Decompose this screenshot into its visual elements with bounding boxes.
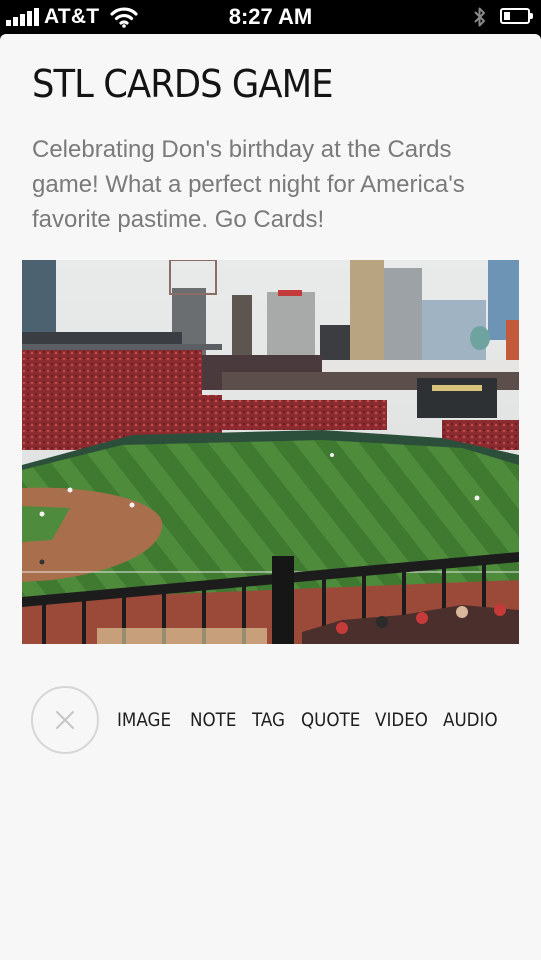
post-type-note[interactable]: NOTE bbox=[190, 709, 236, 731]
post-type-menu: IMAGE NOTE TAG QUOTE VIDEO AUDIO bbox=[0, 686, 541, 756]
post-caption: Celebrating Don's birthday at the Cards … bbox=[32, 136, 465, 233]
post-type-tag[interactable]: TAG bbox=[252, 709, 285, 731]
ballpark-photo[interactable] bbox=[22, 260, 519, 644]
battery-level bbox=[504, 12, 510, 20]
close-button[interactable] bbox=[31, 686, 99, 754]
post-title: STL CARDS GAME bbox=[32, 62, 334, 106]
post-type-image[interactable]: IMAGE bbox=[117, 709, 171, 731]
post-card: STL CARDS GAME Celebrating Don's birthda… bbox=[0, 34, 541, 960]
close-icon bbox=[56, 711, 74, 729]
battery-icon bbox=[500, 8, 533, 24]
clock: 8:27 AM bbox=[228, 4, 313, 29]
post-type-video[interactable]: VIDEO bbox=[375, 709, 428, 731]
post-type-quote[interactable]: QUOTE bbox=[301, 709, 360, 731]
bluetooth-icon bbox=[472, 5, 488, 34]
status-bar: AT&T 8:27 AM bbox=[0, 0, 541, 34]
post-type-audio[interactable]: AUDIO bbox=[443, 709, 498, 731]
